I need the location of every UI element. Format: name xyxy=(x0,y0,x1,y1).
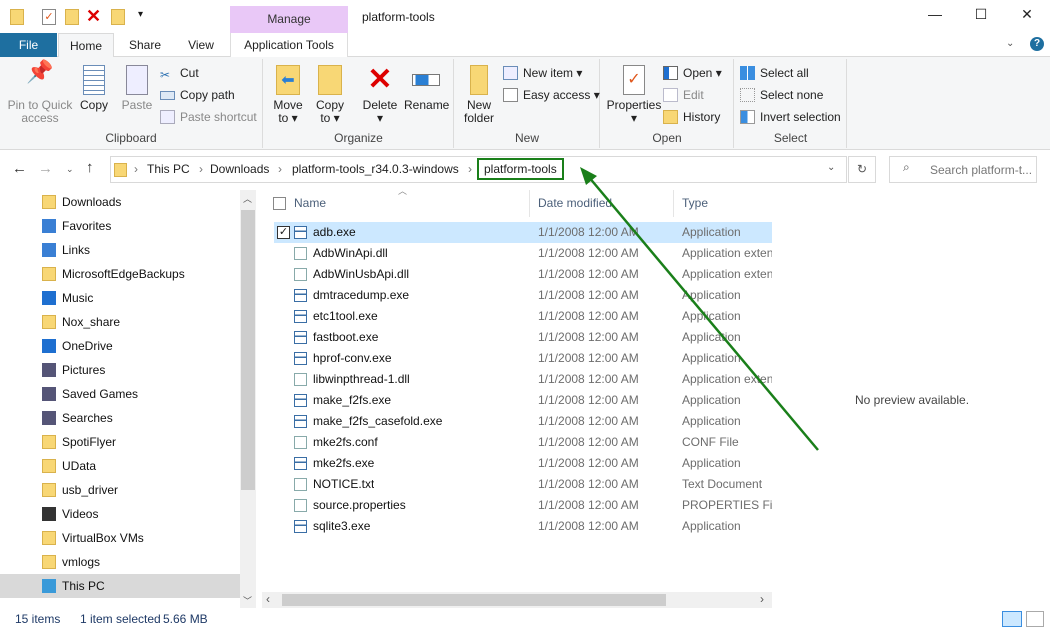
details-view-button[interactable] xyxy=(1002,611,1022,627)
selection-info: 1 item selected xyxy=(80,612,161,626)
annotation-arrow xyxy=(580,167,819,451)
status-bar: 15 items 1 item selected 5.66 MB xyxy=(0,608,1050,630)
large-icons-view-button[interactable] xyxy=(1026,611,1044,627)
annotation-arrow-line xyxy=(587,175,819,451)
selection-size: 5.66 MB xyxy=(163,612,208,626)
item-count: 15 items xyxy=(15,612,61,626)
